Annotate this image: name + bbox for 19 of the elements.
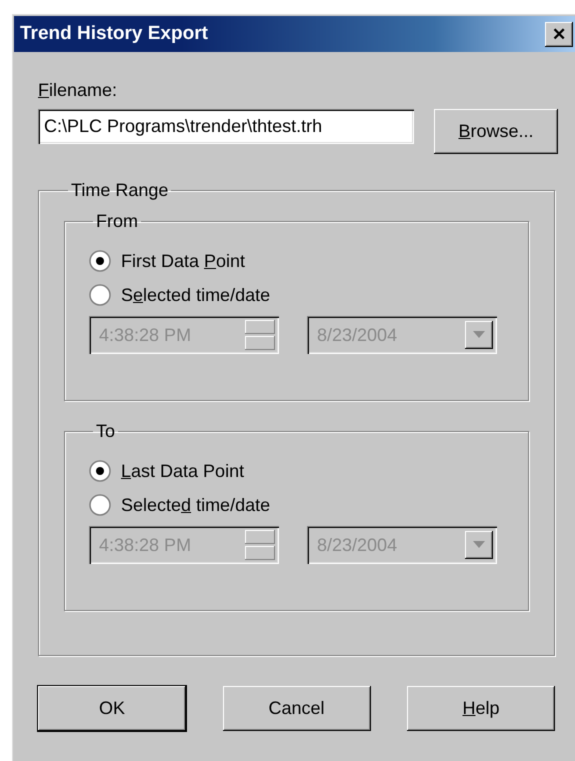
radio-option[interactable]: First Data Point <box>89 250 246 272</box>
close-button[interactable]: ✕ <box>545 22 573 46</box>
group-title: From <box>95 211 139 232</box>
dialog-button[interactable]: Cancel <box>222 686 370 731</box>
group-title: Time Range <box>70 180 170 201</box>
dialog-button[interactable]: OK <box>38 686 186 731</box>
radio-option[interactable]: Last Data Point <box>89 460 244 482</box>
radio-option[interactable]: Selected time/date <box>89 284 270 306</box>
group-title: To <box>95 421 116 442</box>
radio-button-icon[interactable] <box>89 284 111 306</box>
radio-button-icon[interactable] <box>89 460 111 482</box>
dialog-button[interactable]: Help <box>407 686 555 731</box>
browse-button[interactable]: Browse... <box>434 109 558 154</box>
filename-label: Filename: <box>38 80 118 101</box>
filename-field[interactable]: C:\PLC Programs\trender\thtest.trh <box>38 109 414 144</box>
window-title: Trend History Export <box>20 23 208 45</box>
radio-button-icon[interactable] <box>89 250 111 272</box>
radio-button-icon[interactable] <box>89 494 111 516</box>
radio-option[interactable]: Selected time/date <box>89 494 270 516</box>
